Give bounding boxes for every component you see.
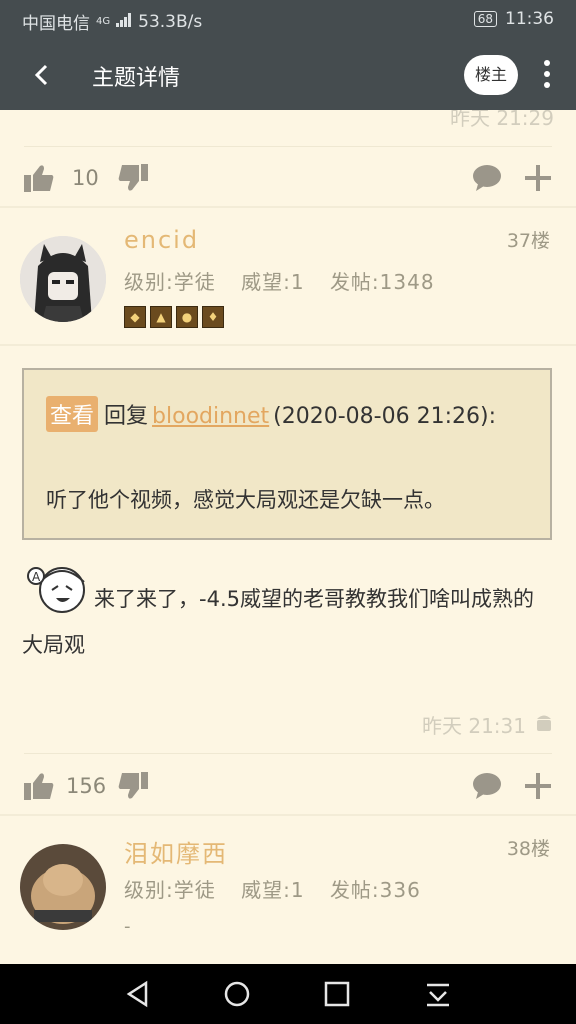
status-bar: 中国电信 4G 53.3B/s 68 11:36	[0, 0, 576, 40]
username[interactable]: encid	[124, 226, 199, 254]
signal-icon	[116, 12, 132, 32]
section-separator	[0, 344, 576, 346]
divider	[24, 146, 552, 147]
badge-icon: ▲	[150, 306, 172, 328]
section-separator	[0, 206, 576, 208]
badge-icon: ●	[176, 306, 198, 328]
post-body-text: 来了来了，-4.5威望的老哥教教我们啥叫成熟的大局观	[22, 587, 534, 657]
avatar[interactable]	[20, 236, 106, 322]
floor-number: 37楼	[506, 230, 550, 252]
user-reputation: 威望:1	[241, 270, 305, 294]
view-tag-button[interactable]: 查看	[46, 396, 99, 432]
quote-text: 听了他个视频，感觉大局观还是欠缺一点。	[46, 488, 445, 512]
post-body: A 来了来了，-4.5威望的老哥教教我们啥叫成熟的大局观	[22, 560, 554, 668]
user-extra: -	[124, 916, 131, 937]
comment-icon[interactable]	[472, 772, 502, 800]
user-meta: 级别:学徒 威望:1 发帖:336	[124, 874, 439, 903]
thread-content: 昨天 21:29 10 encid 37楼 级别:学徒 威望:1 发帖:1348…	[0, 110, 576, 964]
more-menu-icon[interactable]	[537, 58, 557, 92]
badge-icon: ♦	[202, 306, 224, 328]
network-speed: 53.3B/s	[138, 11, 203, 32]
badges: ◆ ▲ ● ♦	[124, 306, 224, 328]
user-meta: 级别:学徒 威望:1 发帖:1348	[124, 266, 453, 295]
like-count: 156	[66, 774, 107, 798]
divider	[24, 753, 552, 754]
network-type: 4G	[96, 16, 111, 27]
user-reputation: 威望:1	[241, 878, 305, 902]
quoted-user-link[interactable]: bloodinnet	[152, 404, 269, 429]
action-row: 156	[0, 758, 576, 814]
floor-number: 38楼	[506, 838, 550, 860]
carrier: 中国电信	[22, 14, 90, 34]
clock: 11:36	[505, 9, 554, 29]
post-time: 昨天 21:31	[422, 714, 526, 738]
reply-label: 回复	[104, 404, 149, 429]
android-icon	[537, 715, 551, 731]
nav-back-icon[interactable]	[124, 980, 152, 1008]
like-count: 10	[72, 166, 99, 190]
user-post-count: 发帖:336	[329, 878, 421, 902]
nav-recents-icon[interactable]	[323, 980, 351, 1008]
system-nav-bar	[0, 964, 576, 1024]
quote-block: 查看 回复 bloodinnet (2020-08-06 21:26): 听了他个视频…	[22, 368, 552, 540]
quote-date: (2020-08-06 21:26):	[273, 404, 496, 429]
sticker-icon: A	[27, 567, 85, 613]
comment-icon[interactable]	[472, 164, 502, 192]
badge-icon: ◆	[124, 306, 146, 328]
add-icon[interactable]	[524, 164, 552, 192]
post-time: 昨天 21:29	[450, 110, 554, 130]
quote-header: 查看 回复 bloodinnet (2020-08-06 21:26):	[46, 396, 496, 432]
louzhu-button[interactable]: 楼主	[464, 55, 518, 95]
section-separator	[0, 814, 576, 816]
page-title: 主题详情	[92, 66, 181, 91]
user-level: 级别:学徒	[124, 878, 216, 902]
battery-icon: 68	[473, 11, 497, 27]
app-bar: 主题详情 楼主	[0, 40, 576, 110]
thumbs-up-icon[interactable]	[24, 164, 54, 192]
username[interactable]: 泪如摩西	[124, 834, 228, 869]
nav-notification-icon[interactable]	[424, 980, 452, 1008]
thumbs-up-icon[interactable]	[24, 772, 54, 800]
nav-home-icon[interactable]	[223, 980, 251, 1008]
svg-text:A: A	[32, 570, 41, 584]
add-icon[interactable]	[524, 772, 552, 800]
back-arrow-icon[interactable]	[28, 60, 58, 90]
thumbs-down-icon[interactable]	[118, 772, 148, 800]
action-row: 10	[0, 150, 576, 206]
user-level: 级别:学徒	[124, 270, 216, 294]
thumbs-down-icon[interactable]	[118, 164, 148, 192]
user-post-count: 发帖:1348	[329, 270, 435, 294]
avatar[interactable]	[20, 844, 106, 930]
